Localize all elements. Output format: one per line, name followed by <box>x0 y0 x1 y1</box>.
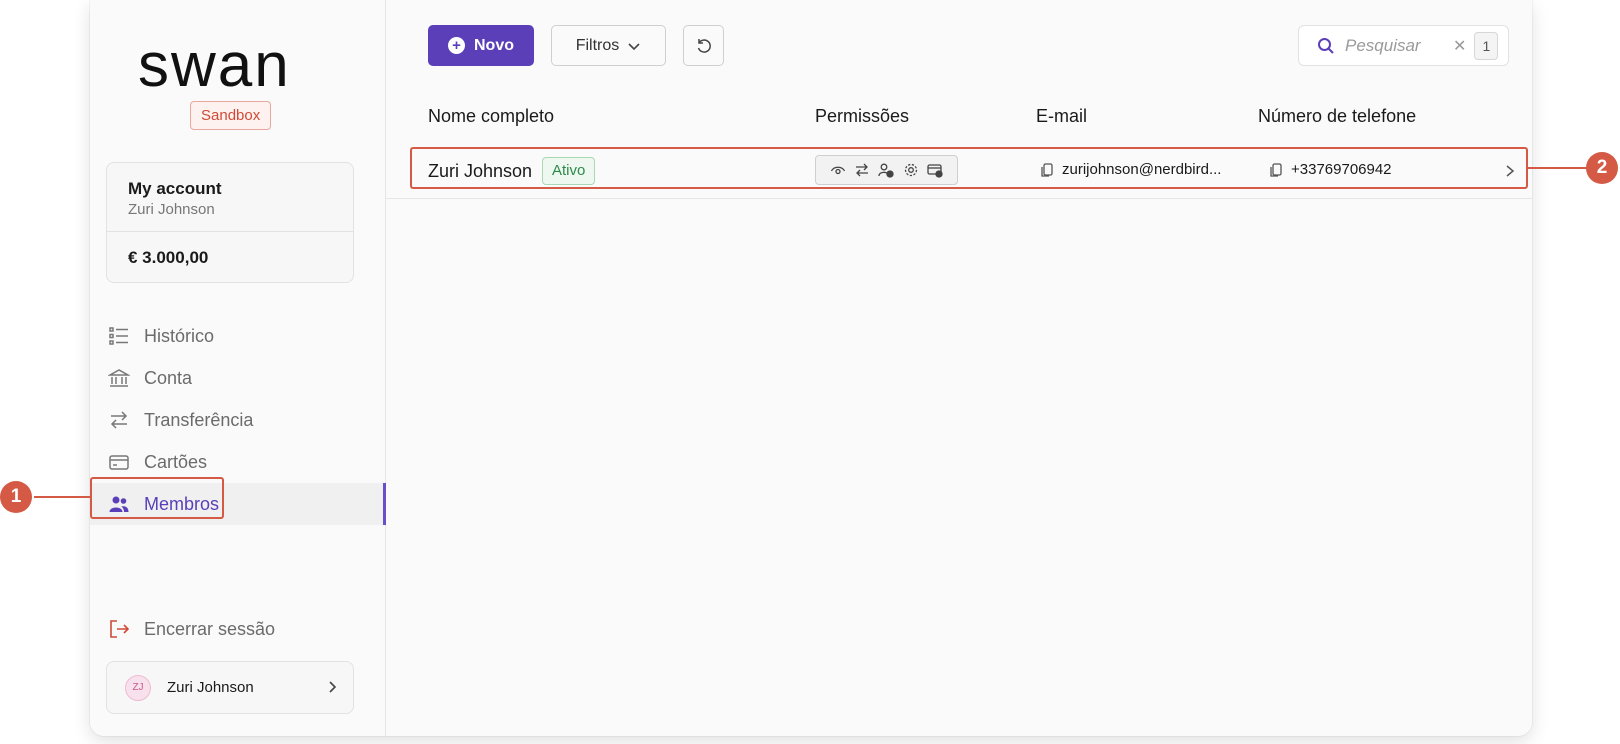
bank-icon <box>108 369 130 387</box>
environment-badge: Sandbox <box>190 101 272 130</box>
callout-marker-2: 2 <box>1586 152 1618 184</box>
sidebar-item-label: Conta <box>144 367 193 388</box>
account-card[interactable]: My account Zuri Johnson € 3.000,00 <box>106 162 354 283</box>
callout-line-2 <box>1528 167 1588 169</box>
search-field[interactable]: ✕ 1 <box>1298 25 1509 66</box>
filters-button[interactable]: Filtros <box>551 25 666 66</box>
refresh-icon <box>697 38 711 53</box>
swan-logo: swan <box>138 36 291 96</box>
column-header-permissions: Permissões <box>815 106 910 126</box>
transfer-icon <box>110 411 128 429</box>
logout-label: Encerrar sessão <box>144 618 276 639</box>
sidebar-item-historico[interactable]: Histórico <box>90 315 386 357</box>
sidebar-item-transferencia[interactable]: Transferência <box>90 399 386 441</box>
svg-text:swan: swan <box>138 36 291 96</box>
logout-button[interactable]: Encerrar sessão <box>108 614 275 644</box>
callout-marker-1: 1 <box>0 481 32 513</box>
main-content: + Novo Filtros ✕ 1 Nome completo Permiss… <box>386 0 1532 736</box>
avatar: ZJ <box>125 674 151 701</box>
refresh-button[interactable] <box>683 25 724 66</box>
chevron-down-icon <box>628 42 640 50</box>
divider <box>107 231 353 232</box>
column-header-phone: Número de telefone <box>1258 106 1417 126</box>
sidebar-item-label: Transferência <box>144 409 254 430</box>
logout-icon <box>110 620 130 638</box>
sidebar-item-conta[interactable]: Conta <box>90 357 386 399</box>
column-header-name: Nome completo <box>428 106 555 126</box>
card-icon <box>109 455 129 470</box>
account-title: My account <box>128 179 222 198</box>
sidebar-item-label: Histórico <box>144 325 215 346</box>
account-holder: Zuri Johnson <box>128 201 215 218</box>
account-balance: € 3.000,00 <box>128 248 209 267</box>
callout-line-1 <box>34 496 90 498</box>
shortcut-key: 1 <box>1474 31 1499 60</box>
plus-icon: + <box>448 37 465 54</box>
list-icon <box>109 327 128 345</box>
new-button-label: Novo <box>474 36 514 54</box>
sidebar: swan Sandbox My account Zuri Johnson € 3… <box>90 0 386 736</box>
clear-icon[interactable]: ✕ <box>1453 36 1466 56</box>
search-input[interactable] <box>1345 35 1453 56</box>
highlight-box-2 <box>410 147 1528 189</box>
highlight-box-1 <box>90 477 224 519</box>
app-window: swan Sandbox My account Zuri Johnson € 3… <box>90 0 1532 736</box>
new-button[interactable]: + Novo <box>428 25 534 66</box>
user-menu[interactable]: ZJ Zuri Johnson <box>106 661 354 714</box>
column-header-email: E-mail <box>1036 106 1088 126</box>
sidebar-item-label: Cartões <box>144 451 208 472</box>
search-icon <box>1318 37 1334 54</box>
user-name: Zuri Johnson <box>167 679 254 696</box>
filters-label: Filtros <box>575 36 620 54</box>
chevron-right-icon <box>329 681 337 693</box>
